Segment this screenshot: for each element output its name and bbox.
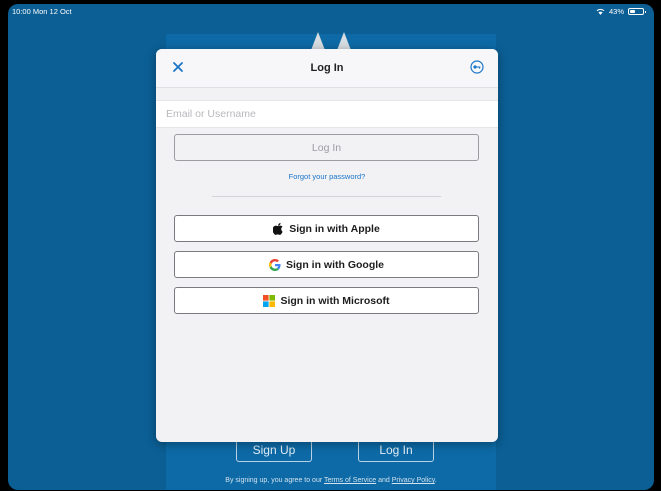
sign-in-with-apple-button[interactable]: Sign in with Apple bbox=[174, 215, 479, 242]
login-button[interactable]: Log In bbox=[174, 134, 479, 161]
battery-level bbox=[630, 10, 635, 13]
legal-prefix: By signing up, you agree to our bbox=[225, 477, 324, 484]
sign-in-with-google-button[interactable]: Sign in with Google bbox=[174, 251, 479, 278]
wifi-icon bbox=[596, 8, 605, 15]
google-button-label: Sign in with Google bbox=[286, 258, 384, 271]
legal-suffix: . bbox=[434, 477, 437, 484]
battery-percent: 43% bbox=[608, 7, 624, 16]
forgot-password-link[interactable]: Forgot your password? bbox=[156, 172, 498, 181]
legal-text: By signing up, you agree to our Terms of… bbox=[8, 477, 654, 484]
divider bbox=[212, 196, 441, 197]
email-field[interactable] bbox=[156, 100, 498, 128]
apple-icon bbox=[273, 222, 283, 235]
password-manager-key-icon[interactable] bbox=[470, 60, 484, 74]
privacy-link[interactable]: Privacy Policy bbox=[392, 477, 435, 484]
google-icon bbox=[269, 258, 281, 271]
apple-button-label: Sign in with Apple bbox=[289, 222, 380, 235]
login-modal: Log In Log In Forgot your password? Sign… bbox=[156, 49, 498, 442]
modal-title: Log In bbox=[310, 62, 344, 74]
email-input[interactable] bbox=[156, 101, 498, 127]
microsoft-icon bbox=[263, 294, 276, 307]
status-bar: 10:00 Mon 12 Oct 43% bbox=[8, 4, 654, 18]
sign-in-with-microsoft-button[interactable]: Sign in with Microsoft bbox=[174, 287, 479, 314]
legal-and: and bbox=[376, 477, 392, 484]
battery-icon bbox=[628, 8, 646, 15]
microsoft-button-label: Sign in with Microsoft bbox=[280, 294, 390, 307]
status-time: 10:00 Mon 12 Oct bbox=[12, 7, 72, 16]
modal-header: Log In bbox=[156, 49, 498, 88]
status-right: 43% bbox=[596, 7, 646, 16]
terms-link[interactable]: Terms of Service bbox=[324, 477, 376, 484]
